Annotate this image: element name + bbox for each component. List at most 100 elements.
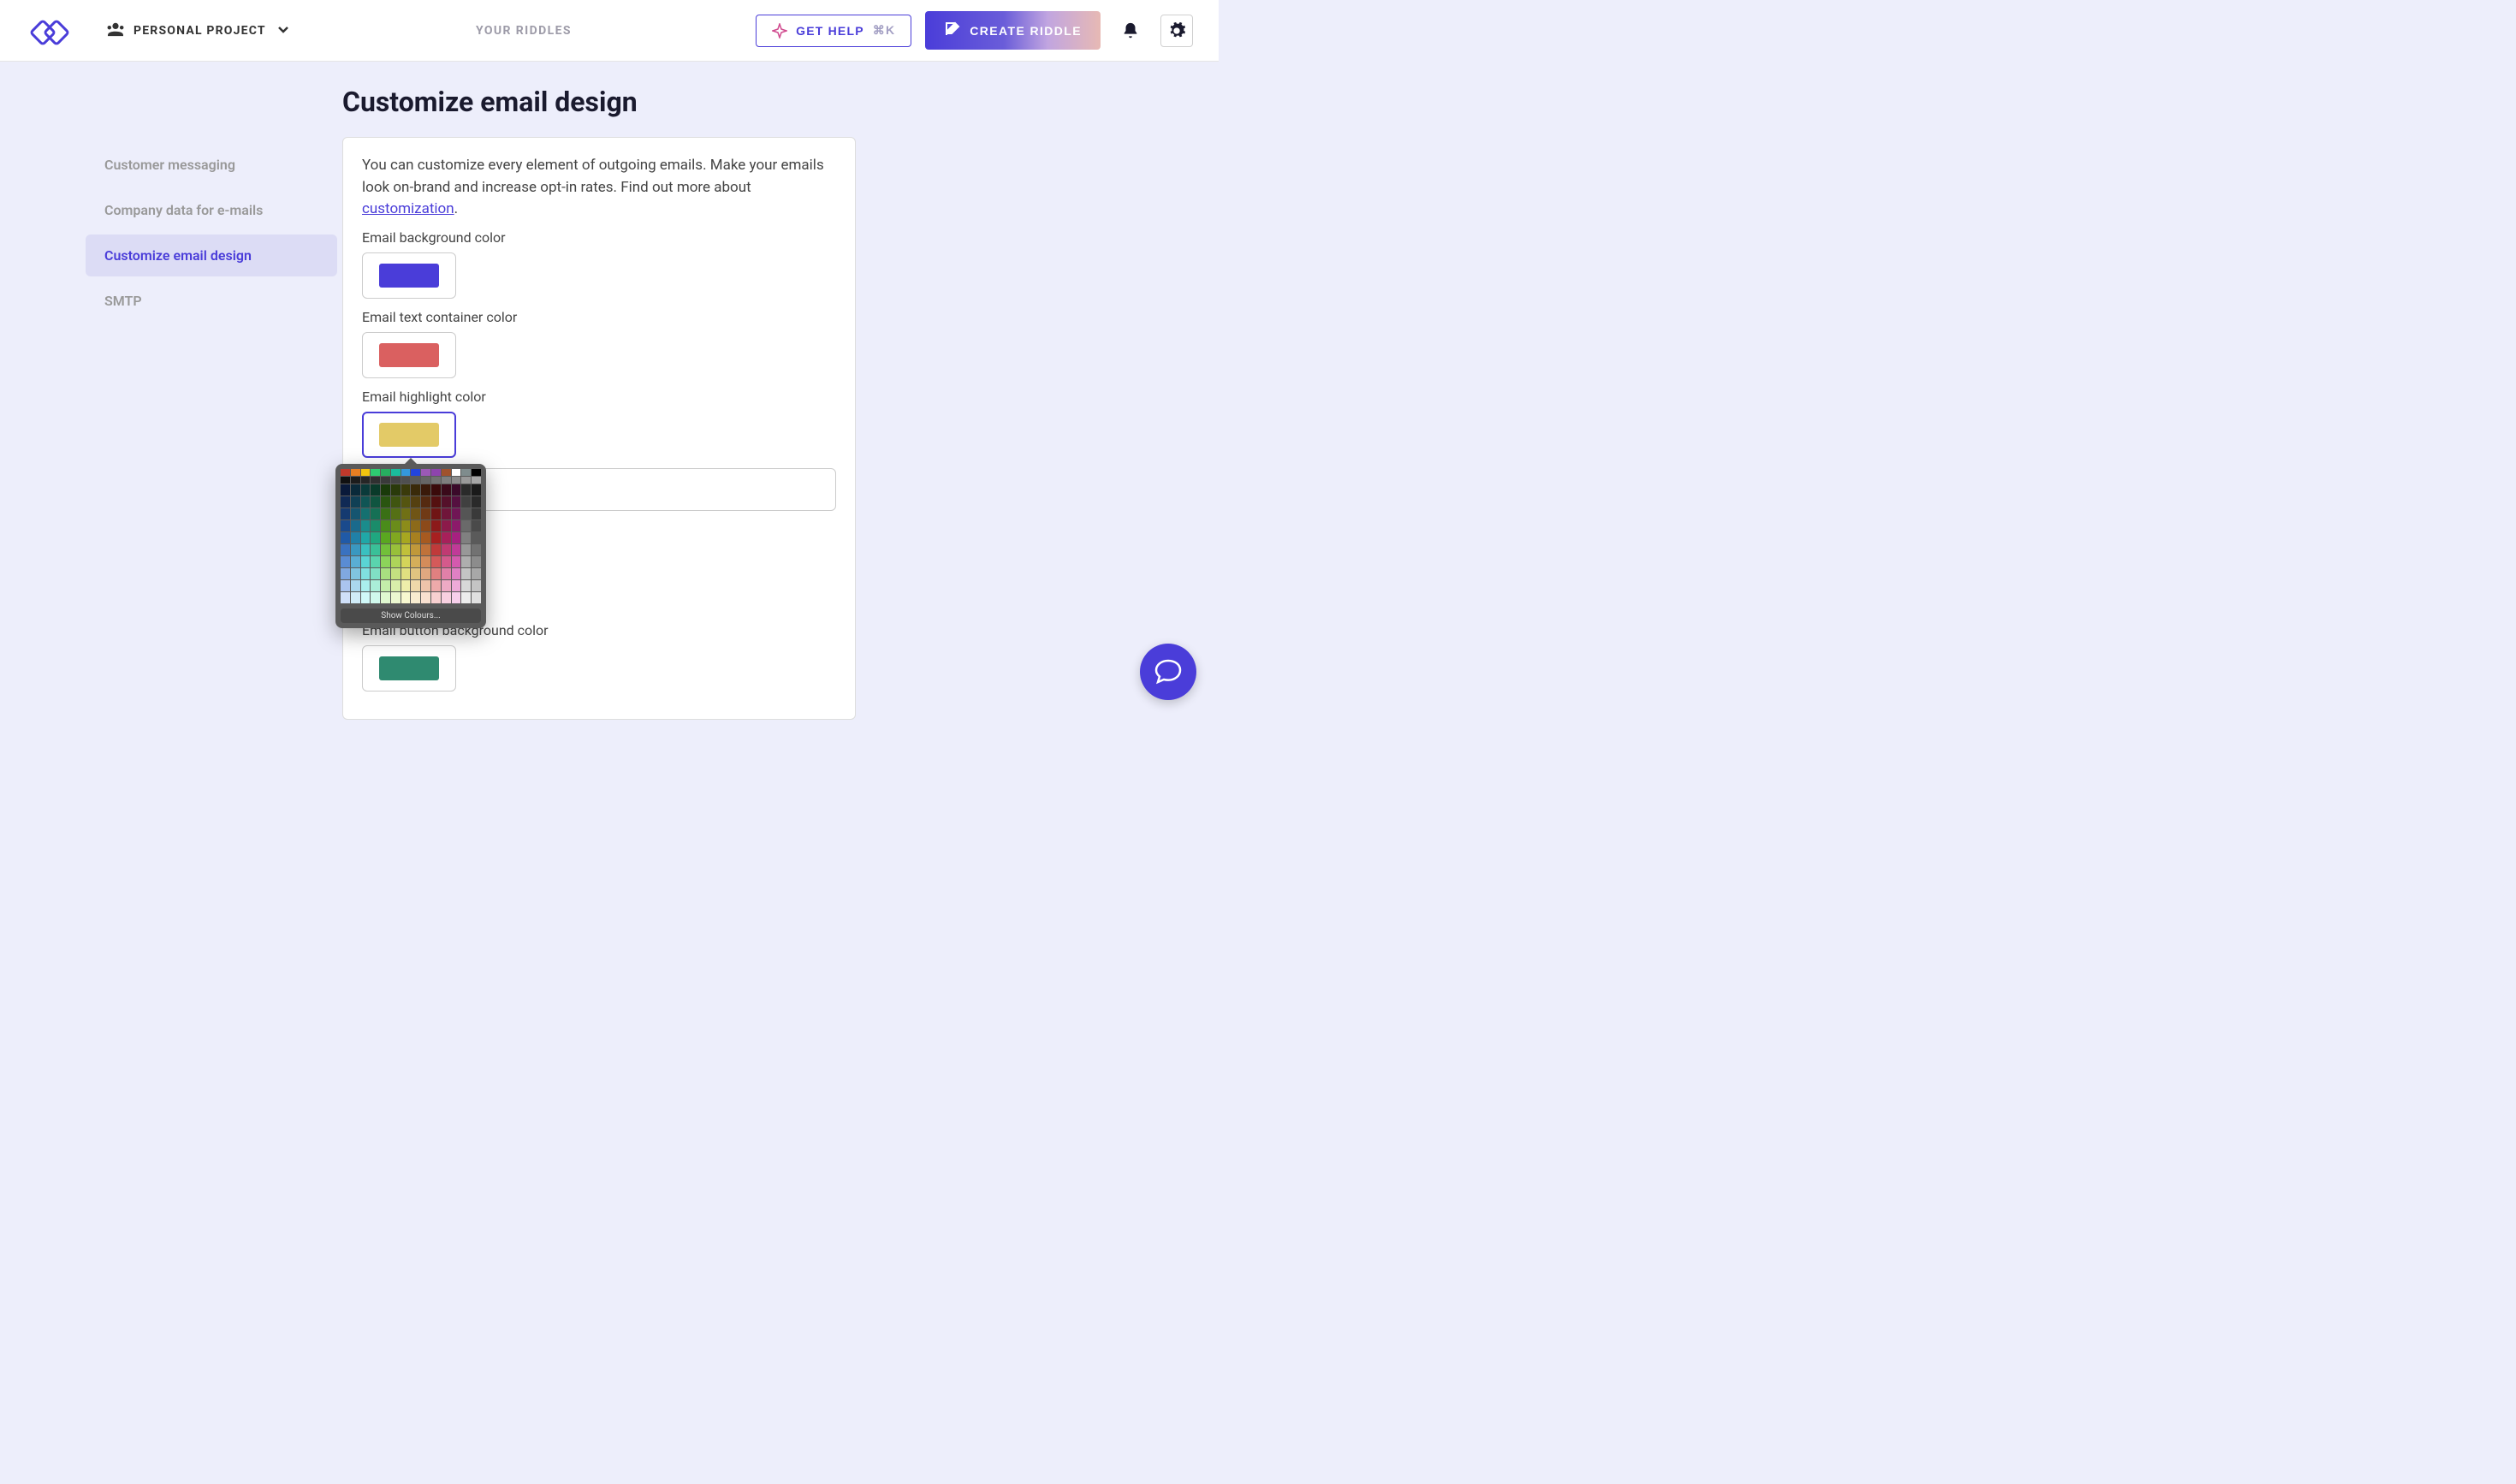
picker-swatch[interactable] (452, 568, 461, 579)
bg-color-well[interactable] (362, 252, 456, 299)
container-color-well[interactable] (362, 332, 456, 378)
picker-swatch[interactable] (341, 469, 350, 476)
picker-swatch[interactable] (411, 592, 420, 603)
create-riddle-button[interactable]: CREATE RIDDLE (925, 11, 1101, 50)
picker-swatch[interactable] (472, 556, 481, 567)
picker-swatch[interactable] (371, 544, 380, 555)
picker-swatch[interactable] (351, 532, 360, 543)
picker-swatch[interactable] (381, 532, 390, 543)
picker-swatch[interactable] (371, 496, 380, 508)
picker-swatch[interactable] (361, 484, 371, 496)
picker-swatch[interactable] (421, 592, 430, 603)
picker-swatch[interactable] (421, 484, 430, 496)
picker-swatch[interactable] (461, 496, 471, 508)
picker-swatch[interactable] (442, 532, 451, 543)
picker-swatch[interactable] (431, 477, 441, 484)
picker-swatch[interactable] (401, 532, 411, 543)
picker-swatch[interactable] (452, 496, 461, 508)
picker-swatch[interactable] (411, 544, 420, 555)
picker-swatch[interactable] (442, 477, 451, 484)
picker-swatch[interactable] (452, 469, 461, 476)
picker-swatch[interactable] (452, 532, 461, 543)
picker-swatch[interactable] (411, 469, 420, 476)
picker-swatch[interactable] (452, 477, 461, 484)
picker-swatch[interactable] (371, 520, 380, 531)
picker-swatch[interactable] (431, 556, 441, 567)
picker-swatch[interactable] (401, 496, 411, 508)
picker-swatch[interactable] (341, 544, 350, 555)
picker-swatch[interactable] (442, 544, 451, 555)
picker-swatch[interactable] (361, 520, 371, 531)
sidebar-item-2[interactable]: Customize email design (86, 234, 337, 276)
picker-swatch[interactable] (341, 580, 350, 591)
picker-swatch[interactable] (421, 544, 430, 555)
picker-swatch[interactable] (391, 477, 401, 484)
picker-swatch[interactable] (442, 556, 451, 567)
picker-swatch[interactable] (341, 484, 350, 496)
picker-swatch[interactable] (381, 556, 390, 567)
picker-swatch[interactable] (472, 544, 481, 555)
picker-swatch[interactable] (431, 568, 441, 579)
picker-swatch[interactable] (341, 496, 350, 508)
picker-swatch[interactable] (351, 544, 360, 555)
picker-swatch[interactable] (381, 508, 390, 519)
picker-swatch[interactable] (341, 592, 350, 603)
picker-swatch[interactable] (391, 592, 401, 603)
picker-swatch[interactable] (421, 580, 430, 591)
picker-swatch[interactable] (391, 544, 401, 555)
picker-swatch[interactable] (351, 508, 360, 519)
picker-swatch[interactable] (391, 496, 401, 508)
picker-swatch[interactable] (381, 544, 390, 555)
picker-swatch[interactable] (341, 520, 350, 531)
picker-swatch[interactable] (341, 568, 350, 579)
picker-swatch[interactable] (461, 484, 471, 496)
picker-swatch[interactable] (411, 580, 420, 591)
picker-swatch[interactable] (381, 496, 390, 508)
color-picker-popup[interactable]: Show Colours... (335, 464, 486, 628)
picker-swatch[interactable] (351, 580, 360, 591)
sidebar-item-1[interactable]: Company data for e-mails (86, 189, 337, 231)
picker-swatch[interactable] (371, 580, 380, 591)
picker-swatch[interactable] (461, 568, 471, 579)
picker-swatch[interactable] (351, 556, 360, 567)
picker-swatch[interactable] (401, 469, 411, 476)
picker-swatch[interactable] (341, 556, 350, 567)
picker-swatch[interactable] (431, 508, 441, 519)
picker-swatch[interactable] (442, 580, 451, 591)
picker-swatch[interactable] (442, 520, 451, 531)
picker-swatch[interactable] (351, 484, 360, 496)
picker-swatch[interactable] (411, 520, 420, 531)
picker-swatch[interactable] (391, 520, 401, 531)
picker-swatch[interactable] (472, 469, 481, 476)
picker-swatch[interactable] (401, 520, 411, 531)
picker-swatch[interactable] (472, 580, 481, 591)
picker-swatch[interactable] (371, 556, 380, 567)
picker-swatch[interactable] (421, 508, 430, 519)
picker-swatch[interactable] (461, 477, 471, 484)
picker-swatch[interactable] (442, 592, 451, 603)
picker-swatch[interactable] (452, 592, 461, 603)
picker-swatch[interactable] (472, 520, 481, 531)
picker-swatch[interactable] (371, 469, 380, 476)
picker-swatch[interactable] (442, 496, 451, 508)
picker-swatch[interactable] (371, 508, 380, 519)
picker-swatch[interactable] (361, 556, 371, 567)
picker-swatch[interactable] (381, 592, 390, 603)
picker-swatch[interactable] (371, 568, 380, 579)
picker-swatch[interactable] (391, 469, 401, 476)
picker-swatch[interactable] (381, 469, 390, 476)
picker-swatch[interactable] (411, 568, 420, 579)
picker-swatch[interactable] (421, 556, 430, 567)
picker-swatch[interactable] (391, 484, 401, 496)
picker-swatch[interactable] (391, 580, 401, 591)
picker-swatch[interactable] (452, 520, 461, 531)
settings-button[interactable] (1160, 15, 1193, 47)
picker-swatch[interactable] (381, 568, 390, 579)
picker-swatch[interactable] (461, 556, 471, 567)
project-selector[interactable]: PERSONAL PROJECT (106, 21, 292, 41)
picker-swatch[interactable] (431, 580, 441, 591)
picker-swatch[interactable] (361, 469, 371, 476)
picker-swatch[interactable] (351, 469, 360, 476)
picker-swatch[interactable] (461, 532, 471, 543)
picker-swatch[interactable] (461, 508, 471, 519)
